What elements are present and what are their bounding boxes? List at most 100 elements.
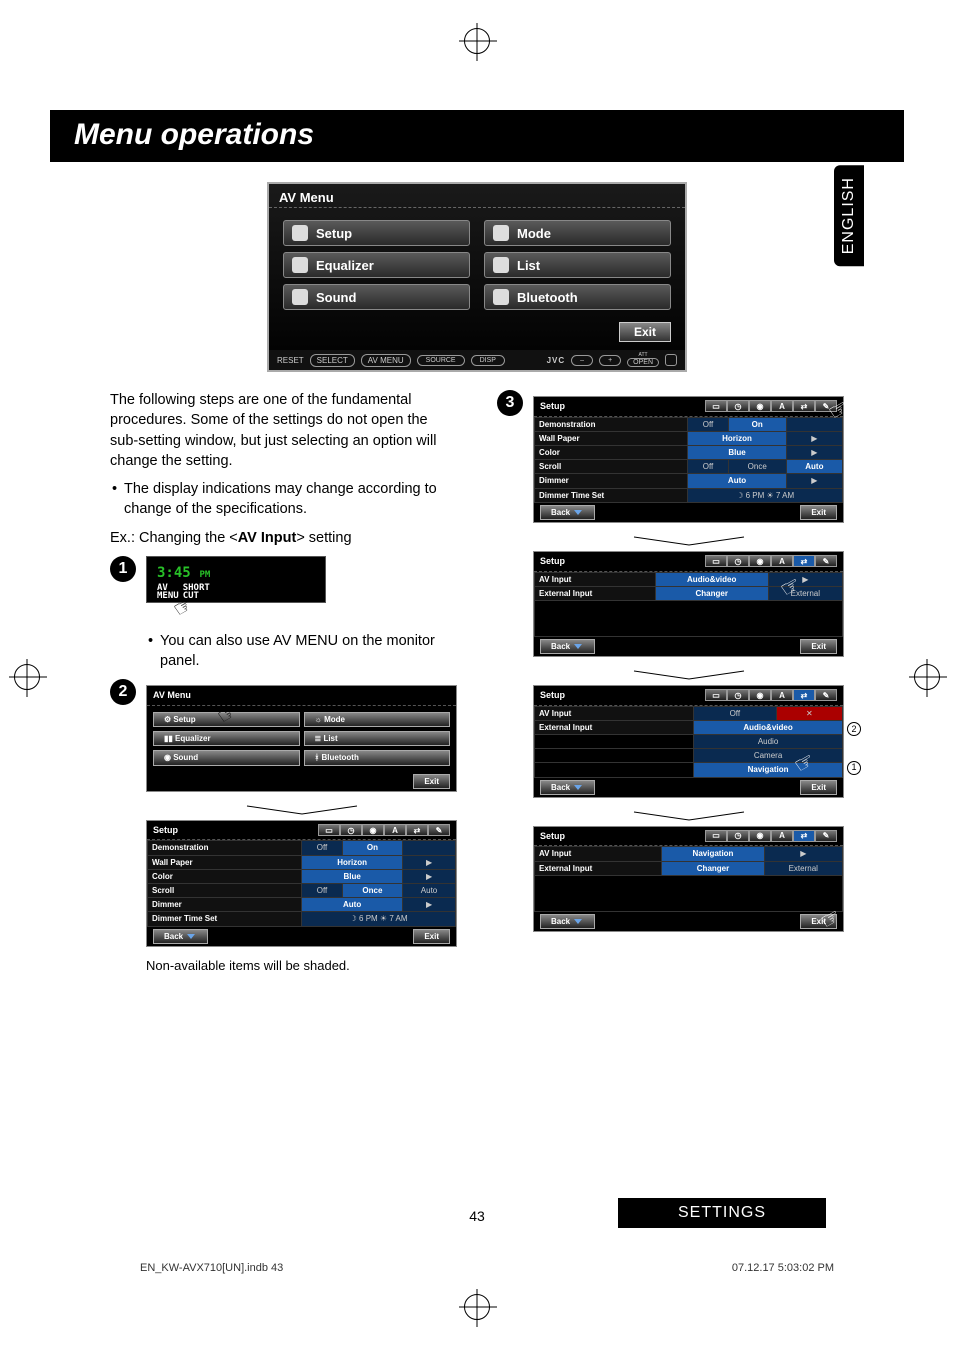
step2-note: You can also use AV MENU on the monitor … [146, 631, 457, 672]
row-dimmer[interactable]: Dimmer [535, 474, 688, 488]
tab-input-icon[interactable]: ⇄ [793, 400, 815, 412]
back-button[interactable]: Back [540, 914, 595, 929]
gear-icon [292, 225, 308, 241]
row-av-input[interactable]: AV Input [535, 847, 662, 861]
registration-mark [14, 664, 40, 690]
row-dimmer-time[interactable]: Dimmer Time Set [535, 488, 688, 502]
clock-ampm: PM [199, 570, 210, 580]
callout-2: 2 [847, 722, 861, 736]
row-wallpaper[interactable]: Wall Paper [535, 431, 688, 445]
exit-button[interactable]: Exit [413, 929, 450, 944]
menu-item-mode[interactable]: Mode [484, 220, 671, 246]
tab-display-icon[interactable]: ▭ [705, 400, 727, 412]
menu-item-setup[interactable]: Setup [283, 220, 470, 246]
brightness-icon [493, 225, 509, 241]
menu-item-equalizer[interactable]: Equalizer [283, 252, 470, 278]
tab-tuner-icon[interactable]: A [771, 400, 793, 412]
step-2-badge: 2 [110, 679, 136, 705]
plus-button[interactable]: + [599, 355, 621, 366]
exit-button[interactable]: Exit [619, 322, 671, 342]
row-scroll[interactable]: Scroll [148, 883, 302, 897]
tab-clock-icon[interactable]: ◷ [340, 824, 362, 836]
back-button[interactable]: Back [540, 780, 595, 795]
category-tabs[interactable]: ▭◷◉A⇄✎ [705, 830, 837, 842]
flow-arrow-icon [242, 802, 362, 814]
eject-icon[interactable] [665, 354, 677, 366]
setup-screen-b: Setup ▭ ◷ ◉ A ⇄ ✎ DemonstrationOff [533, 396, 844, 523]
menu-item-sound[interactable]: ◉ Sound [153, 750, 300, 765]
section-footer: SETTINGS [618, 1198, 826, 1228]
row-av-input[interactable]: AV Input [535, 572, 656, 586]
category-tabs[interactable]: ▭ ◷ ◉ A ⇄ ✎ [705, 400, 837, 412]
setup-screen-e: Setup ▭◷◉A⇄✎ AV InputNavigation▶ Externa… [533, 826, 844, 932]
chevron-right-icon[interactable]: ▶ [403, 898, 456, 912]
back-button[interactable]: Back [153, 929, 208, 944]
chevron-right-icon[interactable]: ▶ [403, 869, 456, 883]
av-menu-screenshot: AV Menu Setup Mode Equalizer List Sound … [267, 182, 687, 372]
brand-label: JVC [547, 356, 566, 365]
menu-item-sound[interactable]: Sound [283, 284, 470, 310]
source-button[interactable]: SOURCE [417, 355, 465, 366]
exit-button[interactable]: Exit [413, 774, 450, 789]
menu-item-list[interactable]: List [484, 252, 671, 278]
page-title: Menu operations [50, 110, 904, 162]
menu-item-bluetooth[interactable]: Bluetooth [484, 284, 671, 310]
row-color[interactable]: Color [148, 869, 302, 883]
tab-clock-icon[interactable]: ◷ [727, 400, 749, 412]
minus-button[interactable]: – [571, 355, 593, 366]
tab-tuner-icon[interactable]: A [384, 824, 406, 836]
tab-settings-icon[interactable]: ✎ [428, 824, 450, 836]
tab-input-icon[interactable]: ⇄ [406, 824, 428, 836]
row-color[interactable]: Color [535, 445, 688, 459]
setup-title: Setup [540, 555, 565, 568]
menu-item-list[interactable]: ≣ List [304, 731, 451, 746]
label: List [517, 258, 540, 273]
row-demonstration[interactable]: Demonstration [535, 417, 688, 431]
category-tabs[interactable]: ▭ ◷ ◉ A ⇄ ✎ [318, 824, 450, 836]
chevron-down-icon [574, 510, 582, 515]
row-external-input[interactable]: External Input [535, 586, 656, 600]
dropdown-option[interactable]: Audio [694, 735, 843, 749]
language-tab: ENGLISH [834, 165, 864, 266]
row-dimmer[interactable]: Dimmer [148, 898, 302, 912]
label: Bluetooth [517, 290, 578, 305]
back-button[interactable]: Back [540, 505, 595, 520]
chevron-right-icon[interactable]: ▶ [786, 431, 842, 445]
speaker-icon [292, 289, 308, 305]
category-tabs[interactable]: ▭◷◉A⇄✎ [705, 555, 837, 567]
label: Equalizer [316, 258, 374, 273]
disp-button[interactable]: DISP [471, 355, 505, 366]
avmenu-label: AV MENU [361, 354, 411, 367]
exit-button[interactable]: Exit [800, 639, 837, 654]
setup-title: Setup [153, 824, 178, 837]
tab-disc-icon[interactable]: ◉ [362, 824, 384, 836]
list-icon [493, 257, 509, 273]
menu-item-mode[interactable]: ☼ Mode [304, 712, 451, 727]
row-external-input[interactable]: External Input [535, 861, 662, 875]
exit-button[interactable]: Exit [800, 780, 837, 795]
exit-button[interactable]: Exit [800, 505, 837, 520]
close-icon[interactable]: ✕ [776, 706, 842, 720]
back-button[interactable]: Back [540, 639, 595, 654]
row-demonstration[interactable]: Demonstration [148, 841, 302, 855]
menu-item-equalizer[interactable]: ▮▮ Equalizer [153, 731, 300, 746]
row-wallpaper[interactable]: Wall Paper [148, 855, 302, 869]
dropdown-option[interactable]: Camera [694, 749, 843, 763]
equalizer-icon [292, 257, 308, 273]
open-button[interactable]: OPEN [627, 358, 659, 367]
row-external-input[interactable]: External Input [535, 720, 694, 734]
intro-bullet: The display indications may change accor… [110, 479, 457, 520]
row-dimmer-time[interactable]: Dimmer Time Set [148, 912, 302, 926]
step-3-badge: 3 [497, 390, 523, 416]
chevron-right-icon[interactable]: ▶ [403, 855, 456, 869]
category-tabs[interactable]: ▭◷◉A⇄✎ [705, 689, 837, 701]
row-scroll[interactable]: Scroll [535, 460, 688, 474]
tab-display-icon[interactable]: ▭ [318, 824, 340, 836]
menu-item-bluetooth[interactable]: ᚼ Bluetooth [304, 750, 451, 765]
row-av-input[interactable]: AV Input [535, 706, 694, 720]
label: Setup [316, 226, 352, 241]
tab-disc-icon[interactable]: ◉ [749, 400, 771, 412]
chevron-right-icon[interactable]: ▶ [786, 474, 842, 488]
chevron-right-icon[interactable]: ▶ [786, 445, 842, 459]
chevron-right-icon[interactable]: ▶ [764, 847, 842, 861]
